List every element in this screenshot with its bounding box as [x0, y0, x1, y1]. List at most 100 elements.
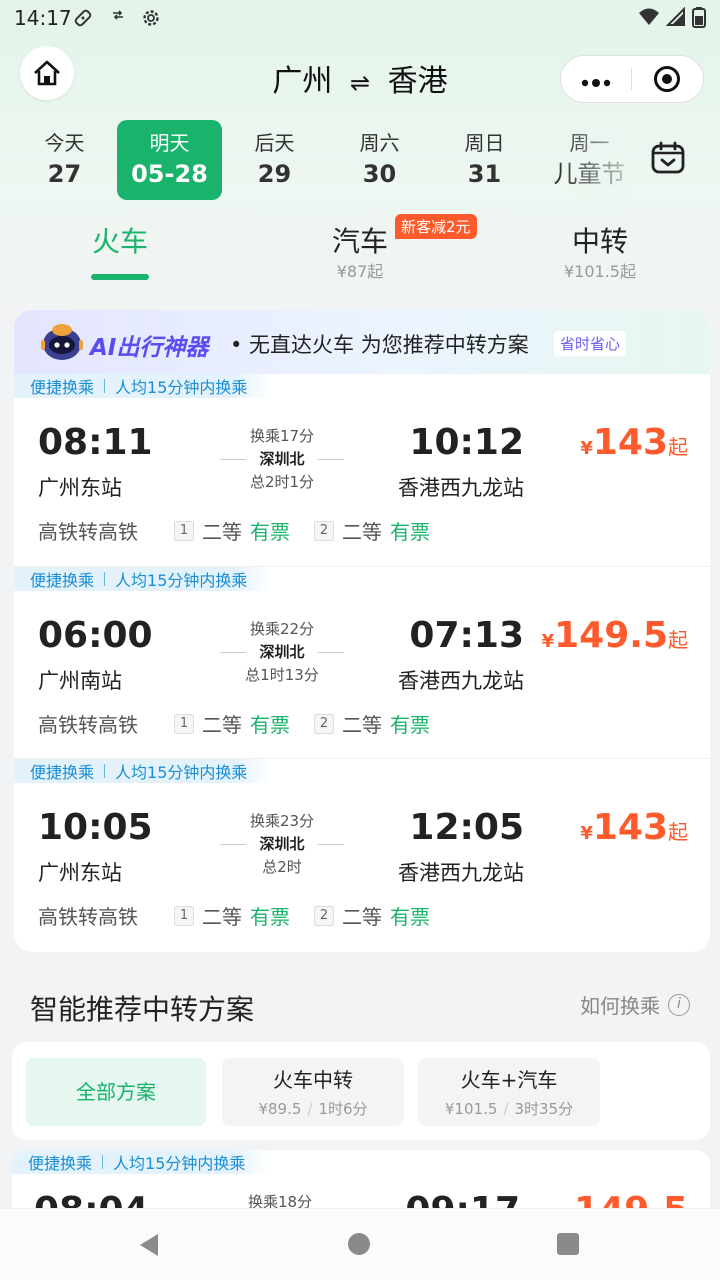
date-item[interactable]: 周六 30: [327, 120, 432, 200]
segment-number: 2: [314, 713, 334, 734]
route-tags: 便捷换乘 人均15分钟内换乘: [14, 759, 272, 783]
total-duration: 总2时1分: [249, 473, 315, 491]
segment-number: 1: [174, 713, 194, 734]
arrival-station: 香港西九龙站: [398, 669, 524, 693]
calendar-button[interactable]: [650, 140, 686, 180]
recent-apps-button[interactable]: [557, 1233, 579, 1255]
tag-convenient: 便捷换乘: [30, 763, 95, 782]
notification-icon: [72, 7, 94, 34]
price-currency: ¥: [580, 823, 593, 844]
route-list: 便捷换乘 人均15分钟内换乘 08:11 广州东站 换乘17分 深圳北 总2时1分 1…: [14, 374, 710, 952]
date-day: 29: [257, 160, 292, 188]
date-item[interactable]: 后天 29: [222, 120, 327, 200]
date-weekday: 后天: [254, 131, 295, 155]
date-weekday: 明天: [149, 131, 190, 155]
ai-banner[interactable]: AI出行神器 • 无直达火车 为您推荐中转方案 省时省心: [14, 310, 710, 374]
filter-label: 全部方案: [76, 1080, 156, 1104]
route-card[interactable]: 便捷换乘 人均15分钟内换乘 08:11 广州东站 换乘17分 深圳北 总2时1分 1…: [14, 374, 710, 566]
arrival-time: 12:05: [409, 807, 524, 848]
route-tags: 便捷换乘 人均15分钟内换乘: [12, 1150, 270, 1174]
transfer-info: 换乘17分 深圳北 总2时1分: [220, 426, 344, 492]
route-card[interactable]: 便捷换乘 人均15分钟内换乘 10:05 广州东站 换乘23分 深圳北 总2时 12:…: [14, 758, 710, 950]
promo-badge: 新客减2元: [395, 214, 477, 239]
transfer-info: 换乘22分 深圳北 总1时13分: [220, 619, 344, 685]
tab-label: 中转: [571, 225, 628, 258]
transfer-station: 深圳北: [220, 639, 344, 665]
price-value: 143: [592, 807, 668, 848]
ticket-status: 有票: [390, 520, 430, 544]
date-selector: 今天27 明天05-28 后天29 周六30 周日31 周一儿童节: [12, 120, 624, 200]
transfer-station: 深圳北: [220, 446, 344, 472]
filter-train-plus-bus[interactable]: 火车+汽车 ¥101.5 / 3时35分: [418, 1058, 600, 1126]
price: ¥149.5起: [542, 615, 688, 656]
filter-duration: 3时35分: [514, 1100, 574, 1118]
home-button[interactable]: [20, 46, 74, 100]
tag-divider: [102, 1155, 104, 1169]
filter-meta: ¥101.5 / 3时35分: [418, 1098, 600, 1120]
seat-availability: 高铁转高铁 1 二等 有票 2 二等 有票: [38, 516, 430, 545]
seat-class: 二等: [202, 520, 242, 544]
tag-transfer-time: 人均15分钟内换乘: [115, 571, 248, 590]
transfer-info: 换乘23分 深圳北 总2时: [220, 811, 344, 877]
seat-class: 二等: [342, 713, 382, 737]
ticket-status: 有票: [250, 713, 290, 737]
date-weekday: 周日: [464, 131, 505, 155]
filter-all-plans[interactable]: 全部方案: [26, 1058, 206, 1126]
arrival-station: 香港西九龙站: [398, 861, 524, 885]
filter-train-transfer[interactable]: 火车中转 ¥89.5 / 1时6分: [222, 1058, 404, 1126]
tag-convenient: 便捷换乘: [30, 378, 95, 397]
arrival-time: 10:12: [409, 422, 524, 463]
segment-number: 2: [314, 905, 334, 926]
how-to-transfer-link[interactable]: 如何换乘 i: [580, 990, 690, 1019]
ai-recommendation-panel: AI出行神器 • 无直达火车 为您推荐中转方案 省时省心 便捷换乘 人均15分钟内…: [14, 310, 710, 952]
date-item[interactable]: 今天 27: [12, 120, 117, 200]
price-currency: ¥: [541, 631, 555, 652]
tab-train[interactable]: 火车: [40, 222, 200, 280]
tab-price: ¥101.5起: [564, 262, 636, 281]
transfer-wait: 换乘22分: [249, 620, 315, 638]
date-item-selected[interactable]: 明天 05-28: [117, 120, 222, 200]
train-type: 高铁转高铁: [38, 905, 138, 929]
active-tab-underline: [91, 274, 149, 280]
tab-transfer[interactable]: 中转 ¥101.5起: [520, 222, 680, 282]
arrival-station: 香港西九龙站: [398, 476, 524, 500]
filter-label: 火车中转: [273, 1068, 353, 1092]
tab-price: ¥87起: [336, 262, 384, 281]
departure-station: 广州东站: [38, 476, 122, 500]
date-day: 05-28: [131, 160, 208, 188]
price-suffix: 起: [668, 820, 688, 844]
settings-gear-icon: [140, 7, 162, 34]
tag-transfer-time: 人均15分钟内换乘: [115, 763, 248, 782]
route-title[interactable]: 广州 ⇌ 香港: [200, 56, 520, 100]
seat-class: 二等: [342, 520, 382, 544]
close-miniprogram-button[interactable]: [632, 65, 704, 93]
price-currency: ¥: [580, 438, 593, 459]
tag-divider: [104, 572, 106, 586]
date-weekday: 周六: [359, 131, 400, 155]
swap-icon[interactable]: ⇌: [350, 69, 370, 97]
seat-class: 二等: [342, 905, 382, 929]
ai-tag: 省时省心: [554, 331, 627, 356]
total-duration: 总2时: [262, 858, 302, 876]
departure-time: 06:00: [38, 615, 153, 656]
tag-convenient: 便捷换乘: [28, 1154, 93, 1173]
price-value: 143: [592, 422, 668, 463]
filter-label: 火车+汽车: [460, 1068, 558, 1092]
date-item[interactable]: 周日 31: [432, 120, 537, 200]
price-suffix: 起: [668, 435, 688, 459]
seat-availability: 高铁转高铁 1 二等 有票 2 二等 有票: [38, 709, 430, 738]
date-weekday: 今天: [44, 131, 85, 155]
more-menu-button[interactable]: [561, 69, 631, 89]
transfer-wait: 换乘17分: [249, 427, 315, 445]
origin-city: 广州: [272, 64, 333, 99]
ticket-status: 有票: [390, 905, 430, 929]
route-card[interactable]: 便捷换乘 人均15分钟内换乘 06:00 广州南站 换乘22分 深圳北 总1时13分 …: [14, 566, 710, 758]
home-circle-button[interactable]: [348, 1233, 370, 1255]
back-button[interactable]: [136, 1231, 162, 1263]
segment-number: 1: [174, 520, 194, 541]
data-saver-icon: [110, 7, 126, 28]
ticket-status: 有票: [250, 520, 290, 544]
date-day: 30: [362, 160, 397, 188]
filter-price: ¥89.5: [258, 1100, 302, 1118]
seat-class: 二等: [202, 905, 242, 929]
